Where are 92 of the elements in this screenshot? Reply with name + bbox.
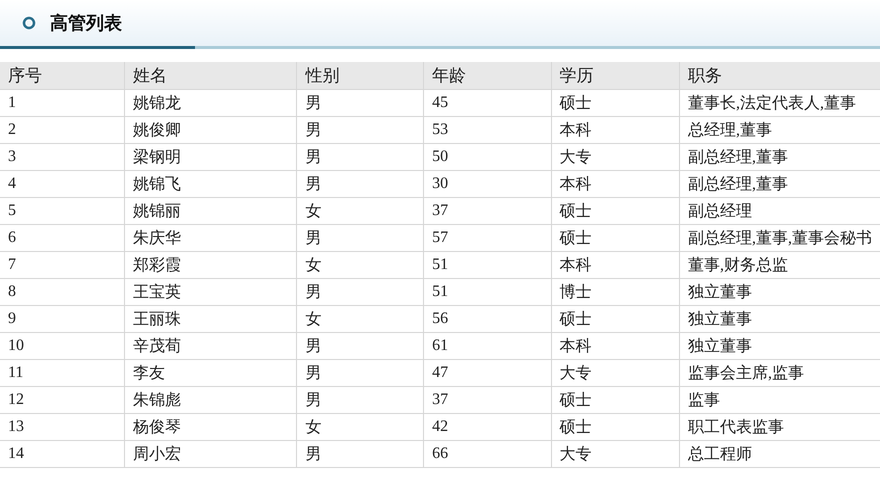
table-cell: 4 [0, 170, 124, 198]
table-cell: 王丽珠 [124, 306, 297, 332]
table-cell: 66 [424, 440, 552, 468]
table-cell: 朱锦彪 [124, 386, 297, 414]
circle-icon [22, 16, 36, 30]
table-cell: 37 [424, 198, 552, 224]
table-cell: 6 [0, 224, 124, 252]
table-cell: 女 [296, 306, 424, 332]
column-header: 序号 [0, 62, 124, 90]
table-cell: 独立董事 [680, 332, 880, 360]
table-cell: 9 [0, 306, 124, 332]
table-cell: 博士 [551, 278, 680, 306]
table-cell: 51 [424, 278, 552, 306]
table-cell: 硕士 [551, 90, 680, 116]
table-cell: 本科 [551, 252, 680, 278]
table-cell: 男 [296, 116, 424, 144]
table-cell: 56 [424, 306, 552, 332]
table-cell: 11 [0, 360, 124, 386]
table-cell: 50 [424, 144, 552, 170]
table-cell: 副总经理,董事,董事会秘书 [680, 224, 880, 252]
table-cell: 53 [424, 116, 552, 144]
table-cell: 14 [0, 440, 124, 468]
column-header: 姓名 [124, 62, 297, 90]
table-cell: 副总经理 [680, 198, 880, 224]
table-cell: 12 [0, 386, 124, 414]
table-cell: 大专 [551, 144, 680, 170]
table-cell: 本科 [551, 170, 680, 198]
table-cell: 硕士 [551, 198, 680, 224]
column-header: 性别 [296, 62, 424, 90]
table-cell: 职工代表监事 [680, 414, 880, 440]
table-cell: 7 [0, 252, 124, 278]
table-cell: 1 [0, 90, 124, 116]
table-cell: 监事会主席,监事 [680, 360, 880, 386]
table-cell: 8 [0, 278, 124, 306]
table-cell: 女 [296, 198, 424, 224]
table-cell: 2 [0, 116, 124, 144]
table-cell: 硕士 [551, 386, 680, 414]
table-cell: 硕士 [551, 224, 680, 252]
table-cell: 本科 [551, 332, 680, 360]
table-cell: 57 [424, 224, 552, 252]
table-cell: 男 [296, 170, 424, 198]
table-cell: 副总经理,董事 [680, 170, 880, 198]
table-cell: 总工程师 [680, 440, 880, 468]
table-cell: 硕士 [551, 414, 680, 440]
table-cell: 男 [296, 360, 424, 386]
table-cell: 王宝英 [124, 278, 297, 306]
table-cell: 5 [0, 198, 124, 224]
table-cell: 男 [296, 144, 424, 170]
table-cell: 大专 [551, 360, 680, 386]
table-cell: 朱庆华 [124, 224, 297, 252]
table-cell: 3 [0, 144, 124, 170]
column-header: 职务 [680, 62, 880, 90]
table-cell: 男 [296, 332, 424, 360]
table-cell: 45 [424, 90, 552, 116]
table-cell: 独立董事 [680, 306, 880, 332]
table-cell: 独立董事 [680, 278, 880, 306]
table-cell: 大专 [551, 440, 680, 468]
table-cell: 辛茂荀 [124, 332, 297, 360]
table-cell: 硕士 [551, 306, 680, 332]
table-cell: 姚锦飞 [124, 170, 297, 198]
table-cell: 姚锦丽 [124, 198, 297, 224]
table-cell: 男 [296, 278, 424, 306]
table-cell: 10 [0, 332, 124, 360]
table-cell: 杨俊琴 [124, 414, 297, 440]
page-title: 高管列表 [50, 12, 122, 35]
table-cell: 51 [424, 252, 552, 278]
table-cell: 本科 [551, 116, 680, 144]
table-cell: 姚俊卿 [124, 116, 297, 144]
table-cell: 董事,财务总监 [680, 252, 880, 278]
table-cell: 13 [0, 414, 124, 440]
table-cell: 副总经理,董事 [680, 144, 880, 170]
column-header: 年龄 [424, 62, 552, 90]
table-cell: 42 [424, 414, 552, 440]
table-cell: 郑彩霞 [124, 252, 297, 278]
table-cell: 梁钢明 [124, 144, 297, 170]
table-cell: 女 [296, 252, 424, 278]
table-cell: 董事长,法定代表人,董事 [680, 90, 880, 116]
table-cell: 男 [296, 440, 424, 468]
table-cell: 女 [296, 414, 424, 440]
table-cell: 61 [424, 332, 552, 360]
table-cell: 监事 [680, 386, 880, 414]
table-cell: 男 [296, 90, 424, 116]
table-cell: 李友 [124, 360, 297, 386]
column-header: 学历 [551, 62, 680, 90]
table-cell: 47 [424, 360, 552, 386]
table-cell: 周小宏 [124, 440, 297, 468]
table-cell: 男 [296, 224, 424, 252]
table-cell: 30 [424, 170, 552, 198]
table-cell: 37 [424, 386, 552, 414]
table-cell: 总经理,董事 [680, 116, 880, 144]
table-cell: 男 [296, 386, 424, 414]
table-cell: 姚锦龙 [124, 90, 297, 116]
